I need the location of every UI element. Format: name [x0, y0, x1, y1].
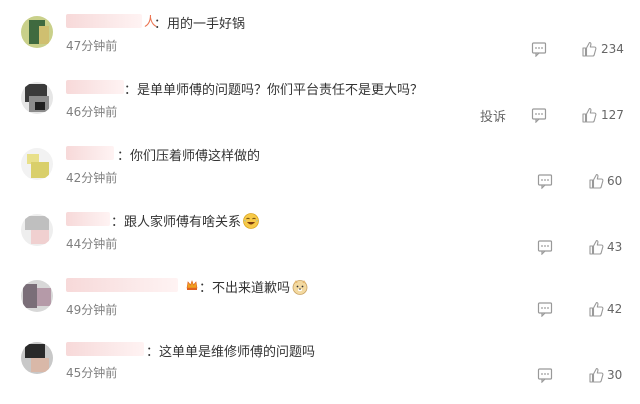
like-count[interactable]: 127	[601, 108, 624, 122]
comment-item: ：是单单师傅的问题吗？你们平台责任不是更大吗？ 46分钟前 投诉 127	[0, 74, 640, 140]
avatar[interactable]	[21, 214, 53, 246]
comment-time: 46分钟前	[66, 105, 118, 119]
username[interactable]	[66, 278, 178, 292]
username[interactable]	[66, 14, 142, 28]
comment-time: 42分钟前	[66, 171, 118, 185]
comment-item: ：跟人家师傅有啥关系 44分钟前 43	[0, 206, 640, 272]
comment-time: 44分钟前	[66, 237, 118, 251]
avatar[interactable]	[21, 16, 53, 48]
reply-icon[interactable]	[531, 41, 547, 57]
laughing-crying-emoji-icon	[243, 213, 259, 229]
comment-text: ：是单单师傅的问题吗？你们平台责任不是更大吗？	[124, 83, 424, 98]
like-count[interactable]: 43	[607, 240, 622, 254]
report-button[interactable]: 投诉	[480, 106, 506, 125]
avatar[interactable]	[21, 82, 53, 114]
comment-text: ：用的一手好锅	[154, 17, 246, 32]
like-count[interactable]: 30	[607, 368, 622, 382]
comment-time: 45分钟前	[66, 366, 118, 380]
comment-time: 47分钟前	[66, 39, 118, 53]
username[interactable]	[66, 342, 144, 356]
reply-icon[interactable]	[531, 107, 547, 123]
comment-time: 49分钟前	[66, 303, 118, 317]
reply-icon[interactable]	[537, 301, 553, 317]
reply-icon[interactable]	[537, 239, 553, 255]
comment-item: ：你们压着师傅这样做的 42分钟前 60	[0, 140, 640, 206]
avatar[interactable]	[21, 280, 53, 312]
comment-item: ：不出来道歉吗 49分钟前 42	[0, 272, 640, 338]
username[interactable]	[66, 146, 114, 160]
thumbs-up-icon[interactable]	[581, 107, 597, 123]
thumbs-up-icon[interactable]	[588, 173, 604, 189]
username[interactable]	[66, 212, 110, 226]
comment-text: ：你们压着师傅这样做的	[117, 149, 261, 164]
thumbs-up-icon[interactable]	[581, 41, 597, 57]
comment-text: ：不出来道歉吗	[199, 277, 308, 296]
reply-icon[interactable]	[537, 367, 553, 383]
comment-item: ：这单单是维修师傅的问题吗 45分钟前 30	[0, 338, 640, 404]
like-count[interactable]: 42	[607, 302, 622, 316]
thumbs-up-icon[interactable]	[588, 301, 604, 317]
reply-icon[interactable]	[537, 173, 553, 189]
comment-text: ：跟人家师傅有啥关系	[111, 211, 259, 230]
like-count[interactable]: 60	[607, 174, 622, 188]
avatar[interactable]	[21, 342, 53, 374]
doge-emoji-icon	[292, 280, 308, 295]
username[interactable]	[66, 80, 124, 94]
thumbs-up-icon[interactable]	[588, 239, 604, 255]
avatar[interactable]	[21, 148, 53, 180]
comment-text: ：这单单是维修师傅的问题吗	[146, 345, 316, 360]
comment-item: 人 ：用的一手好锅 47分钟前 234	[0, 8, 640, 74]
like-count[interactable]: 234	[601, 42, 624, 56]
thumbs-up-icon[interactable]	[588, 367, 604, 383]
crown-badge-icon	[186, 280, 198, 290]
